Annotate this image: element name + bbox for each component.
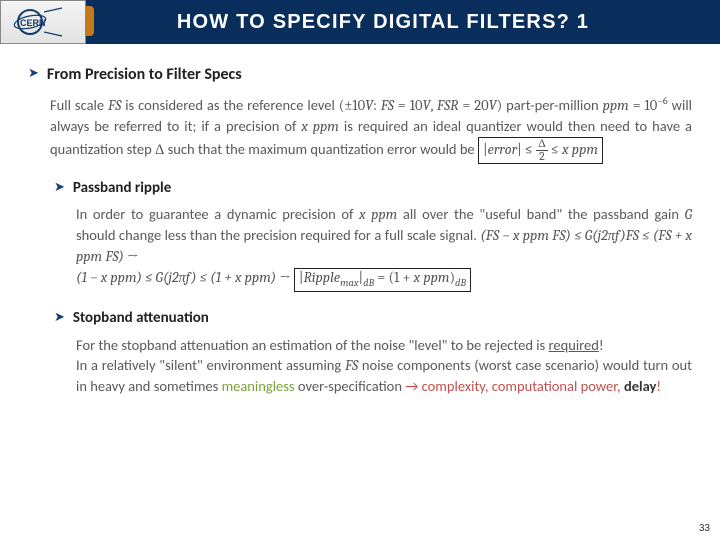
ripple-box: |Ripplemax|dB = (1 + x ppm)dB	[294, 268, 471, 291]
slide-title: HOW TO SPECIFY DIGITAL FILTERS? 1	[86, 11, 720, 34]
chevron-right-icon: ➤	[54, 308, 65, 329]
heading-text: Passband ripple	[73, 178, 171, 199]
cern-logo: CERN	[0, 0, 86, 44]
slide-header: CERN HOW TO SPECIFY DIGITAL FILTERS? 1	[0, 0, 720, 44]
section-heading-passband: ➤ Passband ripple	[54, 178, 692, 199]
header-accent	[86, 6, 94, 36]
page-number: 33	[699, 523, 710, 534]
heading-text: From Precision to Filter Specs	[47, 64, 242, 86]
chevron-right-icon: ➤	[28, 64, 39, 86]
stopband-paragraph: For the stopband attenuation an estimati…	[76, 335, 692, 396]
error-bound-box: |error| ≤ Δ2 ≤ x ppm	[478, 137, 603, 164]
passband-paragraph: In order to guarantee a dynamic precisio…	[76, 204, 692, 291]
logo-text: CERN	[20, 18, 46, 28]
slide-body: ➤ From Precision to Filter Specs Full sc…	[0, 44, 720, 396]
precision-paragraph: Full scale FS is considered as the refer…	[50, 94, 692, 164]
section-heading-stopband: ➤ Stopband attenuation	[54, 308, 692, 329]
chevron-right-icon: ➤	[54, 178, 65, 199]
heading-text: Stopband attenuation	[73, 308, 209, 329]
section-heading-precision: ➤ From Precision to Filter Specs	[28, 64, 692, 86]
